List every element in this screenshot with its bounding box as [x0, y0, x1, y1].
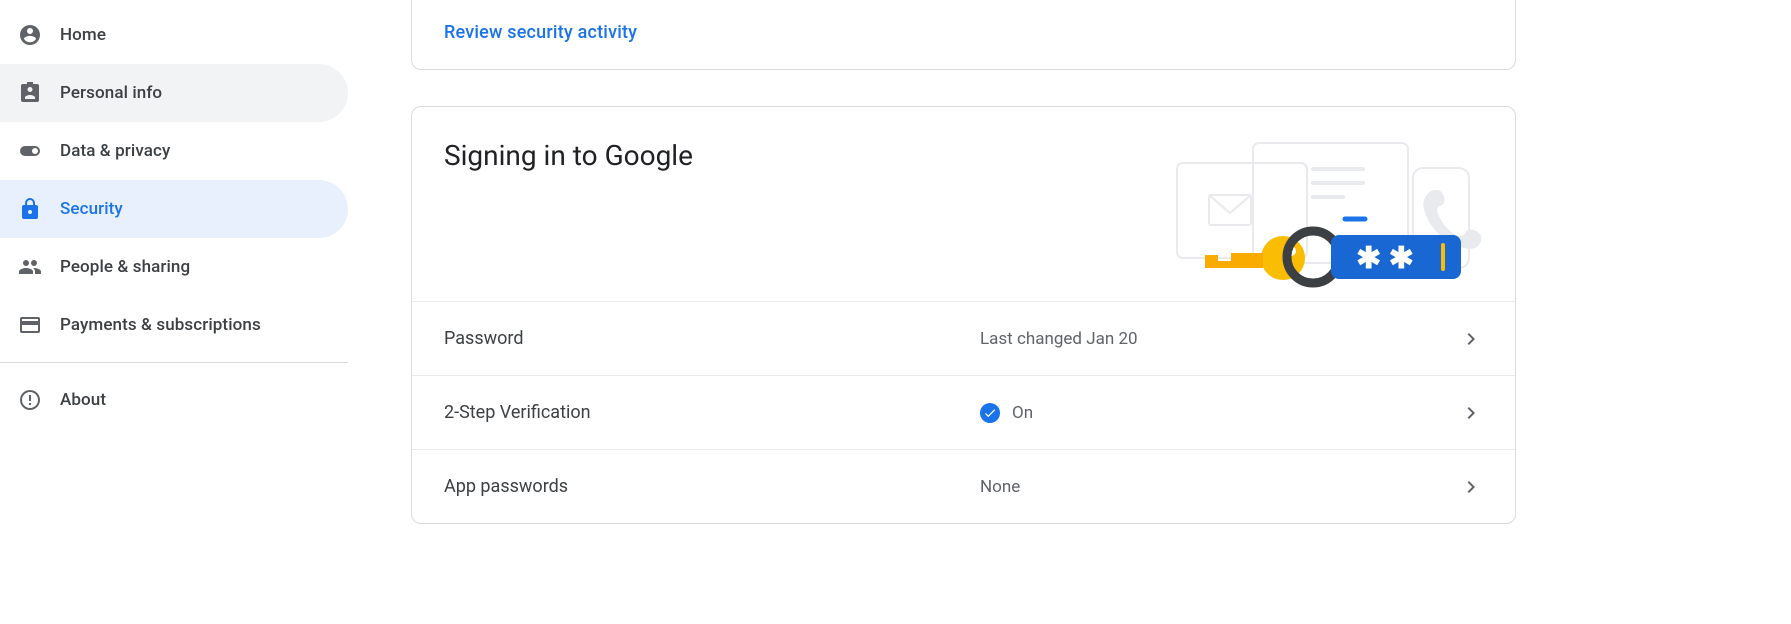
sidebar-item-payments[interactable]: Payments & subscriptions — [0, 296, 348, 354]
row-2step-verification[interactable]: 2-Step Verification On — [412, 375, 1515, 449]
card-title: Signing in to Google — [444, 139, 693, 172]
id-card-icon — [18, 81, 42, 105]
review-security-activity-link[interactable]: Review security activity — [444, 22, 637, 43]
sidebar-item-label: Payments & subscriptions — [60, 315, 261, 335]
row-password[interactable]: Password Last changed Jan 20 — [412, 301, 1515, 375]
main-content: Review security activity Signing in to G… — [348, 0, 1791, 624]
sidebar: Home Personal info Data & privacy Securi… — [0, 0, 348, 624]
row-value: None — [980, 477, 1459, 497]
sidebar-item-label: Home — [60, 25, 106, 45]
key-password-illustration-icon: ✱ ✱ — [1163, 133, 1483, 293]
sidebar-item-home[interactable]: Home — [0, 6, 348, 64]
row-value-text: None — [980, 477, 1020, 497]
row-value-text: Last changed Jan 20 — [980, 329, 1138, 349]
toggle-icon — [18, 139, 42, 163]
sidebar-item-data-privacy[interactable]: Data & privacy — [0, 122, 348, 180]
row-value: On — [980, 403, 1459, 423]
row-label: App passwords — [444, 476, 980, 497]
sidebar-item-label: Security — [60, 199, 123, 219]
row-value: Last changed Jan 20 — [980, 329, 1459, 349]
sidebar-item-label: About — [60, 390, 106, 410]
credit-card-icon — [18, 313, 42, 337]
check-circle-icon — [980, 403, 1000, 423]
row-label: 2-Step Verification — [444, 402, 980, 423]
sidebar-item-label: People & sharing — [60, 257, 190, 277]
svg-text:✱ ✱: ✱ ✱ — [1356, 241, 1414, 276]
info-icon — [18, 388, 42, 412]
row-label: Password — [444, 328, 980, 349]
sidebar-item-personal-info[interactable]: Personal info — [0, 64, 348, 122]
lock-icon — [18, 197, 42, 221]
sidebar-item-people-sharing[interactable]: People & sharing — [0, 238, 348, 296]
row-value-text: On — [1012, 403, 1033, 423]
sidebar-item-security[interactable]: Security — [0, 180, 348, 238]
card-header: Signing in to Google — [412, 131, 1515, 301]
chevron-right-icon — [1459, 475, 1483, 499]
signing-in-card: Signing in to Google — [411, 106, 1516, 524]
chevron-right-icon — [1459, 401, 1483, 425]
chevron-right-icon — [1459, 327, 1483, 351]
sidebar-item-about[interactable]: About — [0, 371, 348, 429]
sidebar-item-label: Personal info — [60, 83, 162, 103]
row-app-passwords[interactable]: App passwords None — [412, 449, 1515, 523]
account-circle-icon — [18, 23, 42, 47]
security-activity-card: Review security activity — [411, 0, 1516, 70]
sidebar-item-label: Data & privacy — [60, 141, 170, 161]
people-icon — [18, 255, 42, 279]
sidebar-divider — [0, 362, 348, 363]
